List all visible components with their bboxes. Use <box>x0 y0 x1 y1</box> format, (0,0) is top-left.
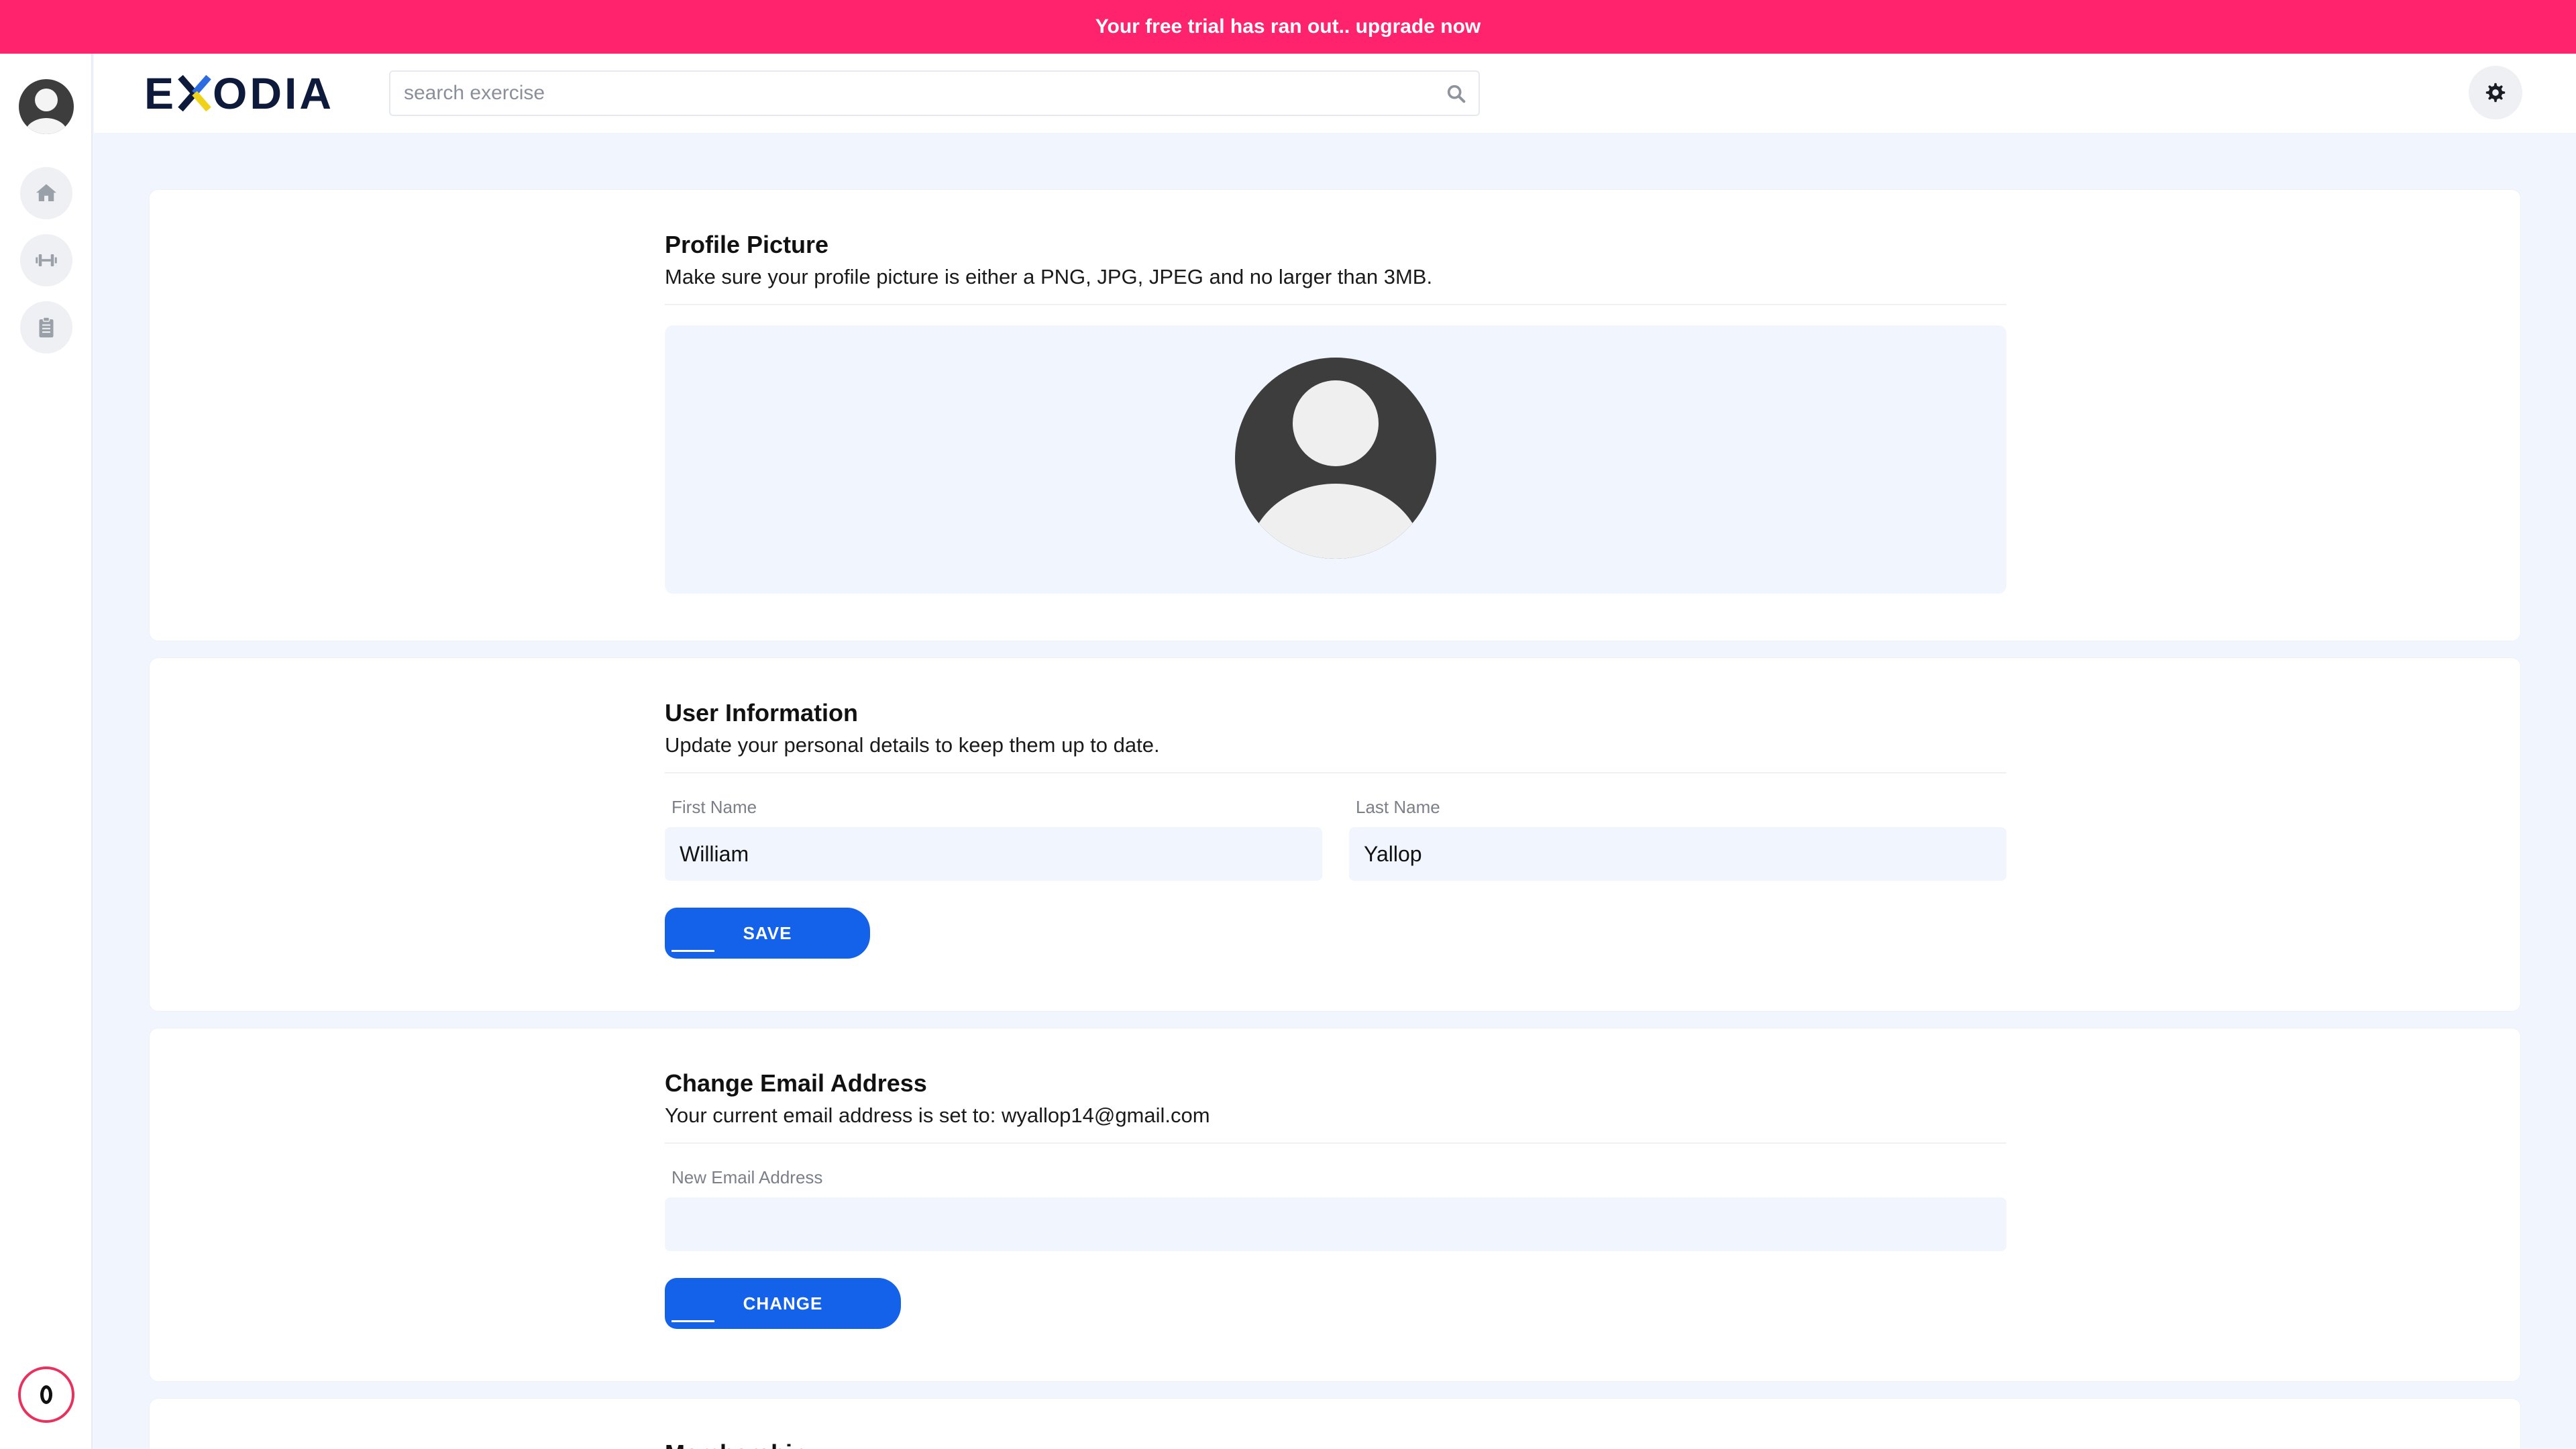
profile-picture-dropzone[interactable] <box>665 325 2006 594</box>
home-icon <box>36 184 56 201</box>
clipboard-icon <box>39 317 54 337</box>
floating-help-button[interactable] <box>18 1366 74 1423</box>
divider <box>665 772 2006 773</box>
search-bar[interactable] <box>389 70 1480 116</box>
search-icon[interactable] <box>1445 83 1468 105</box>
change-button-label: CHANGE <box>743 1293 823 1313</box>
settings-button[interactable] <box>2469 66 2522 119</box>
profile-avatar[interactable] <box>1235 358 1436 559</box>
membership-section: Membership <box>665 1439 2006 1449</box>
search-input[interactable] <box>404 72 1424 115</box>
user-avatar[interactable] <box>19 79 74 134</box>
divider <box>665 1142 2006 1144</box>
avatar-icon <box>25 89 68 134</box>
dumbbell-icon <box>36 254 57 266</box>
exodia-logo[interactable]: E ODIA <box>144 71 334 115</box>
top-header: E ODIA <box>94 54 2576 133</box>
badge-icon <box>40 1385 52 1404</box>
section-title: User Information <box>665 699 859 727</box>
last-name-field[interactable]: Yallop <box>1349 827 2006 881</box>
last-name-group: Last Name Yallop <box>1349 796 2006 881</box>
button-underline <box>672 1320 714 1322</box>
section-title: Membership <box>665 1439 2006 1449</box>
sidebar-item-home[interactable] <box>20 167 72 219</box>
change-button[interactable]: CHANGE <box>665 1278 901 1329</box>
logo-text-right: ODIA <box>213 68 335 118</box>
profile-picture-card: Profile Picture Make sure your profile p… <box>149 189 2521 641</box>
section-title: Change Email Address <box>665 1069 927 1097</box>
new-email-label: New Email Address <box>672 1167 823 1187</box>
new-email-field[interactable] <box>665 1197 2006 1251</box>
new-email-group: New Email Address <box>665 1167 2006 1251</box>
trial-expired-banner[interactable]: Your free trial has ran out.. upgrade no… <box>0 0 2576 54</box>
change-email-section: Change Email Address Your current email … <box>665 1069 2006 1329</box>
section-subtitle: Make sure your profile picture is either… <box>665 265 1433 288</box>
gear-icon <box>2485 83 2506 103</box>
first-name-group: First Name William <box>665 796 1322 881</box>
user-information-card: User Information Update your personal de… <box>149 657 2521 1012</box>
section-subtitle: Your current email address is set to: wy… <box>665 1104 1210 1127</box>
last-name-label: Last Name <box>1356 797 1440 817</box>
profile-picture-section: Profile Picture Make sure your profile p… <box>665 230 2006 594</box>
name-fields-row: First Name William Last Name Yallop <box>665 796 2006 881</box>
logo-x-mark <box>176 73 213 113</box>
divider <box>665 304 2006 305</box>
section-subtitle: Update your personal details to keep the… <box>665 733 1160 757</box>
save-button[interactable]: SAVE <box>665 908 870 959</box>
sidebar <box>0 54 93 1449</box>
first-name-label: First Name <box>672 797 757 817</box>
button-underline <box>672 950 714 952</box>
section-title: Profile Picture <box>665 231 829 258</box>
banner-text[interactable]: Your free trial has ran out.. upgrade no… <box>1095 15 1481 38</box>
membership-card: Membership <box>149 1398 2521 1449</box>
user-information-section: User Information Update your personal de… <box>665 698 2006 959</box>
sidebar-item-exercises[interactable] <box>20 234 72 286</box>
save-button-label: SAVE <box>743 922 792 943</box>
sidebar-item-workouts[interactable] <box>20 301 72 354</box>
logo-text-left: E <box>144 68 177 118</box>
first-name-field[interactable]: William <box>665 827 1322 881</box>
avatar-icon <box>1248 380 1423 559</box>
change-email-card: Change Email Address Your current email … <box>149 1028 2521 1382</box>
